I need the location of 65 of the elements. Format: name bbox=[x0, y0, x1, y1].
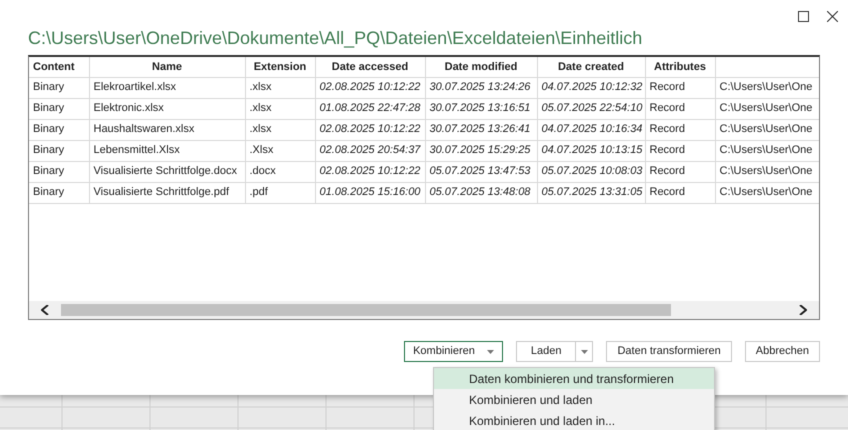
table-cell: 02.08.2025 10:12:22 bbox=[315, 119, 425, 140]
column-header[interactable]: Attributes bbox=[645, 57, 715, 77]
column-header[interactable]: Content bbox=[29, 57, 89, 77]
table-cell: 02.08.2025 10:12:22 bbox=[315, 77, 425, 98]
dialog-button[interactable]: Abbrechen bbox=[744, 341, 820, 362]
scroll-right-icon[interactable] bbox=[799, 305, 807, 315]
table-cell: Binary bbox=[29, 161, 89, 182]
load-button[interactable]: Laden bbox=[516, 341, 576, 362]
table-cell: .xlsx bbox=[245, 119, 315, 140]
menu-item[interactable]: Daten kombinieren und transformieren bbox=[434, 368, 714, 389]
scroll-left-icon[interactable] bbox=[41, 305, 49, 315]
table-cell: .Xlsx bbox=[245, 140, 315, 161]
table-cell: .docx bbox=[245, 161, 315, 182]
scrollbar-thumb[interactable] bbox=[61, 304, 671, 316]
table-cell: 04.07.2025 10:16:34 bbox=[537, 119, 645, 140]
table-cell: Binary bbox=[29, 98, 89, 119]
load-dropdown-button[interactable] bbox=[576, 341, 594, 362]
table-cell: 02.08.2025 10:12:22 bbox=[315, 161, 425, 182]
table-cell: 30.07.2025 15:29:25 bbox=[425, 140, 537, 161]
table-cell: Visualisierte Schrittfolge.pdf bbox=[89, 182, 245, 203]
table-cell: Lebensmittel.Xlsx bbox=[89, 140, 245, 161]
combine-dropdown-button[interactable]: Kombinieren bbox=[404, 341, 503, 362]
table-cell: 30.07.2025 13:26:41 bbox=[425, 119, 537, 140]
menu-item[interactable]: Kombinieren und laden bbox=[434, 389, 714, 410]
table-cell: 05.07.2025 13:31:05 bbox=[537, 182, 645, 203]
table-cell: .pdf bbox=[245, 182, 315, 203]
maximize-icon[interactable] bbox=[798, 10, 809, 22]
table-cell: Binary bbox=[29, 182, 89, 203]
table-cell: Binary bbox=[29, 119, 89, 140]
caret-icon bbox=[486, 350, 494, 354]
table-cell: Record bbox=[645, 119, 715, 140]
table-cell: Haushaltswaren.xlsx bbox=[89, 119, 245, 140]
table-cell: 05.07.2025 22:54:10 bbox=[537, 98, 645, 119]
table-cell: Binary bbox=[29, 140, 89, 161]
table-cell: 04.07.2025 10:12:32 bbox=[537, 77, 645, 98]
table-cell: 01.08.2025 22:47:28 bbox=[315, 98, 425, 119]
table-cell: Record bbox=[645, 161, 715, 182]
caret-icon bbox=[580, 350, 588, 354]
table-cell: 05.07.2025 13:47:53 bbox=[425, 161, 537, 182]
table-cell: Record bbox=[645, 77, 715, 98]
table-cell: Visualisierte Schrittfolge.docx bbox=[89, 161, 245, 182]
window-title: C:\Users\User\OneDrive\Dokumente\All_PQ\Dateien\Exceldateien\Einheitlich bbox=[28, 27, 644, 50]
table-cell: 01.08.2025 15:16:00 bbox=[315, 182, 425, 203]
table-cell: 30.07.2025 13:16:51 bbox=[425, 98, 537, 119]
table-cell: 02.08.2025 20:54:37 bbox=[315, 140, 425, 161]
close-icon[interactable] bbox=[827, 10, 838, 22]
column-header[interactable]: Date accessed bbox=[315, 57, 425, 77]
menu-item[interactable]: Kombinieren und laden in... bbox=[434, 410, 714, 430]
table-cell: Record bbox=[645, 140, 715, 161]
table-cell: 30.07.2025 13:24:26 bbox=[425, 77, 537, 98]
table-cell: 05.07.2025 13:48:08 bbox=[425, 182, 537, 203]
table-cell: 04.07.2025 10:13:15 bbox=[537, 140, 645, 161]
table-cell: Elektronic.xlsx bbox=[89, 98, 245, 119]
table-cell: Binary bbox=[29, 77, 89, 98]
column-header[interactable]: Date modified bbox=[425, 57, 537, 77]
table-cell: Record bbox=[645, 182, 715, 203]
table-cell: .xlsx bbox=[245, 77, 315, 98]
dialog-button[interactable]: Daten transformieren bbox=[606, 341, 732, 362]
column-header[interactable]: Date created bbox=[537, 57, 645, 77]
table-cell: .xlsx bbox=[245, 98, 315, 119]
column-header[interactable]: Name bbox=[89, 57, 245, 77]
table-cell: 05.07.2025 10:08:03 bbox=[537, 161, 645, 182]
column-header[interactable]: Extension bbox=[245, 57, 315, 77]
table-cell: Record bbox=[645, 98, 715, 119]
table-cell: Elekroartikel.xlsx bbox=[89, 77, 245, 98]
